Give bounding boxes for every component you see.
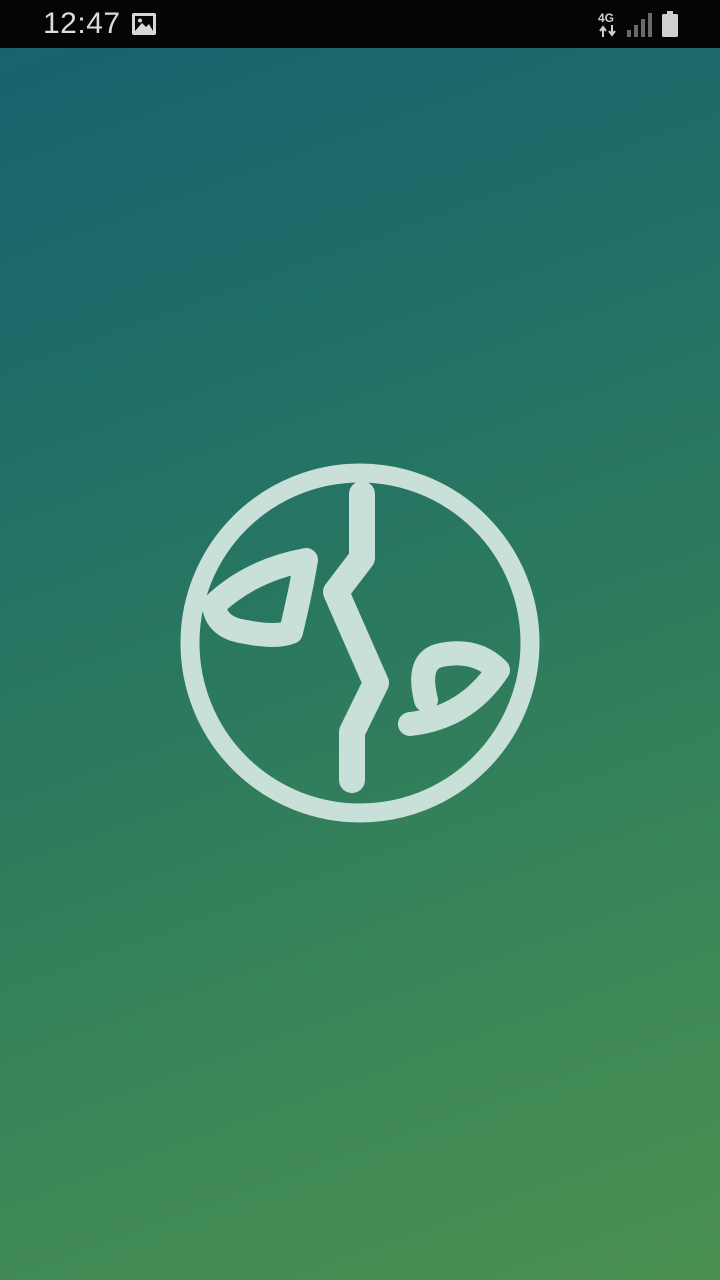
status-time: 12:47 [43,7,121,40]
network-type-label: 4G [598,11,615,25]
image-icon [132,13,156,35]
battery-icon [662,11,678,37]
network-indicator: 4G [598,12,620,38]
globe-icon [180,463,540,823]
signal-icon [627,13,652,37]
data-arrows-icon [599,25,616,37]
splash-screen [0,48,720,1280]
status-bar: 12:47 4G [0,0,720,48]
